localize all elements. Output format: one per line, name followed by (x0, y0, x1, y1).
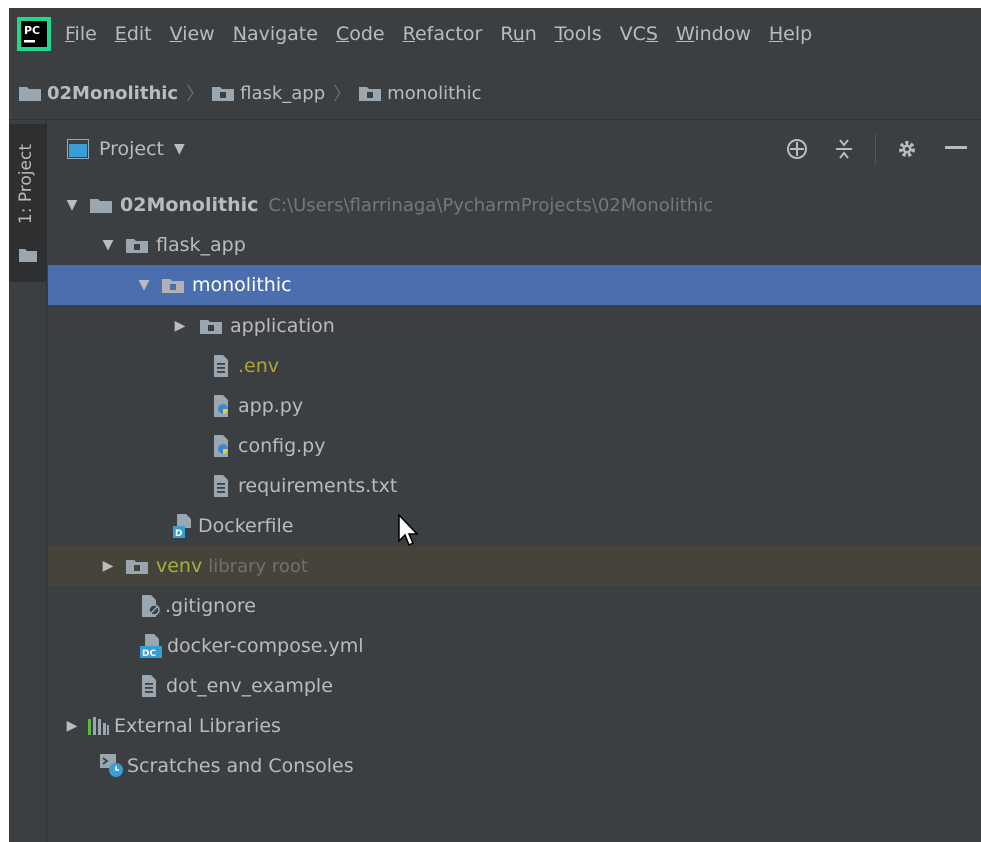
library-root-tag: library root (208, 555, 308, 577)
breadcrumb-monolithic[interactable]: monolithic (359, 82, 482, 104)
tool-window-strip: 1: Project (9, 120, 47, 842)
scratches-icon (100, 754, 124, 778)
tree-item-flask-app[interactable]: ▼ flask_app (48, 225, 981, 265)
project-view-selector[interactable]: Project (99, 138, 164, 160)
menu-code[interactable]: Code (336, 23, 385, 45)
external-libraries-icon (88, 717, 110, 735)
docker-compose-icon: DC (140, 634, 164, 658)
tree-item-application[interactable]: ▶ application (48, 306, 981, 346)
python-file-icon (212, 435, 234, 457)
tree-item-label: flask_app (156, 234, 246, 256)
collapsed-arrow-icon[interactable]: ▶ (62, 718, 82, 734)
chevron-right-icon: 〉 (333, 84, 352, 105)
tree-item-label: dot_env_example (166, 675, 333, 697)
tree-item-root[interactable]: ▼ 02Monolithic C:\Users\flarrinaga\Pycha… (48, 185, 981, 225)
hide-icon[interactable] (945, 146, 967, 150)
expanded-arrow-icon[interactable]: ▼ (62, 197, 82, 213)
mouse-cursor-icon (398, 514, 419, 547)
docker-file-icon: D (173, 514, 195, 538)
toolbar-separator (875, 134, 876, 164)
menu-tools[interactable]: Tools (555, 23, 602, 45)
tree-item-app-py[interactable]: app.py (48, 386, 981, 426)
package-folder-icon (162, 277, 184, 293)
text-file-icon (212, 475, 230, 497)
breadcrumb-project[interactable]: 02Monolithic (19, 83, 178, 104)
svg-text:PC: PC (24, 24, 40, 37)
menu-refactor[interactable]: Refactor (403, 23, 483, 45)
tree-item-label: Dockerfile (198, 515, 294, 537)
text-file-icon (140, 675, 158, 697)
tree-item-dot-env-example[interactable]: dot_env_example (48, 666, 981, 706)
gear-icon[interactable] (896, 138, 918, 160)
breadcrumb-label: monolithic (387, 82, 482, 104)
package-folder-icon (200, 318, 222, 334)
text-file-icon (212, 355, 230, 377)
collapsed-arrow-icon[interactable]: ▶ (98, 558, 118, 574)
project-path: C:\Users\flarrinaga\PycharmProjects\02Mo… (268, 194, 714, 216)
navigation-bar: 02Monolithic 〉 flask_app 〉 monolithic (9, 71, 981, 115)
source-folder-icon (359, 87, 382, 101)
svg-text:D: D (175, 529, 182, 538)
breadcrumb-label: flask_app (240, 82, 326, 104)
collapsed-arrow-icon[interactable]: ▶ (170, 318, 190, 334)
pycharm-window: PC File Edit View Navigate Code Refactor… (9, 8, 981, 842)
menu-window[interactable]: Window (676, 23, 751, 45)
menu-view[interactable]: View (170, 23, 215, 45)
menu-edit[interactable]: Edit (115, 23, 152, 45)
tree-item-requirements[interactable]: requirements.txt (48, 466, 981, 506)
breadcrumb-label: 02Monolithic (47, 82, 179, 104)
tree-item-scratches[interactable]: Scratches and Consoles (48, 746, 981, 786)
menu-file[interactable]: File (65, 23, 97, 45)
menu-bar: PC File Edit View Navigate Code Refactor… (9, 8, 981, 60)
ignored-file-icon (140, 595, 162, 617)
tree-item-label: application (230, 315, 335, 337)
tree-item-label: docker-compose.yml (167, 635, 364, 657)
project-panel: Project ▼ ▼ 02Monolithic C:\Users\flarri… (48, 120, 981, 842)
tree-item-docker-compose[interactable]: DC docker-compose.yml (48, 626, 981, 666)
tree-item-venv[interactable]: ▶ venv library root (48, 546, 981, 586)
screenshot-canvas: PC File Edit View Navigate Code Refactor… (0, 0, 981, 842)
tree-item-label: Scratches and Consoles (127, 755, 354, 777)
tree-item-label: .gitignore (165, 595, 256, 617)
project-tool-label: 1: Project (16, 144, 36, 225)
project-tool-button[interactable]: 1: Project (9, 124, 47, 282)
tree-item-monolithic[interactable]: ▼ monolithic (48, 265, 981, 305)
tree-item-label: monolithic (192, 274, 292, 296)
project-view-icon (67, 139, 89, 159)
folder-icon (90, 197, 112, 213)
tree-item-config-py[interactable]: config.py (48, 426, 981, 466)
tree-item-gitignore[interactable]: .gitignore (48, 586, 981, 626)
tree-item-dockerfile[interactable]: D Dockerfile (48, 506, 981, 546)
collapse-all-icon[interactable] (834, 138, 854, 160)
tree-item-label: config.py (238, 435, 326, 457)
library-folder-icon (126, 558, 148, 574)
menu-vcs[interactable]: VCS (620, 23, 658, 45)
locate-icon[interactable] (786, 138, 808, 160)
tree-item-label: requirements.txt (238, 475, 398, 497)
tree-item-label: app.py (238, 395, 304, 417)
chevron-down-icon[interactable]: ▼ (174, 141, 185, 157)
source-folder-icon (212, 87, 235, 101)
menu-help[interactable]: Help (769, 23, 812, 45)
folder-icon (19, 87, 41, 101)
tree-item-env[interactable]: .env (48, 346, 981, 386)
expanded-arrow-icon[interactable]: ▼ (98, 237, 118, 253)
project-panel-header: Project ▼ (48, 120, 981, 178)
menu-run[interactable]: Run (500, 23, 536, 45)
tree-item-external-libraries[interactable]: ▶ External Libraries (48, 706, 981, 746)
breadcrumb-flask-app[interactable]: flask_app (212, 83, 325, 104)
chevron-right-icon: 〉 (186, 84, 205, 105)
expanded-arrow-icon[interactable]: ▼ (134, 277, 154, 293)
menu-navigate[interactable]: Navigate (233, 23, 318, 45)
pycharm-logo-icon: PC (17, 17, 51, 51)
tree-item-label: 02Monolithic (120, 194, 259, 216)
tree-item-label: External Libraries (114, 715, 281, 737)
tree-item-label: venv (156, 555, 203, 577)
folder-icon (19, 249, 37, 262)
package-folder-icon (126, 237, 148, 253)
tree-item-label: .env (238, 355, 280, 377)
svg-text:DC: DC (142, 649, 156, 658)
python-file-icon (212, 395, 234, 417)
